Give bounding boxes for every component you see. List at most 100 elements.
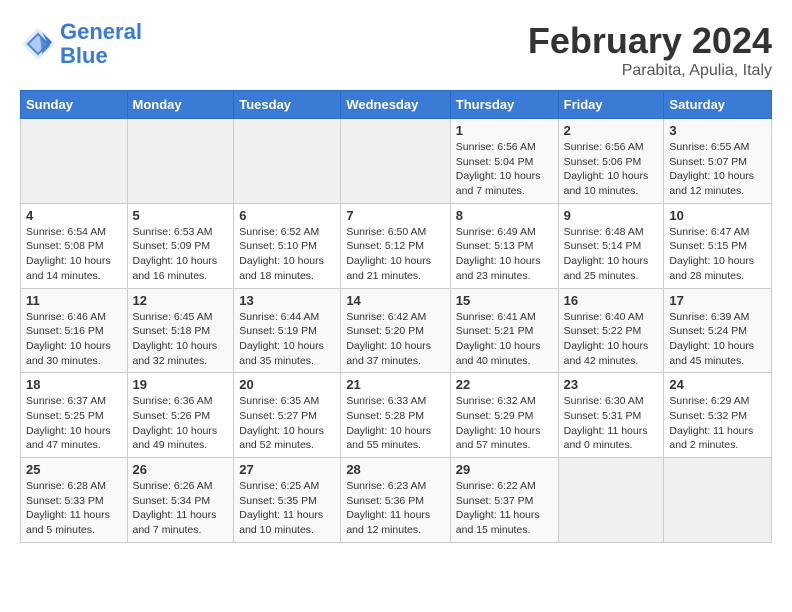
day-info: Sunrise: 6:54 AM Sunset: 5:08 PM Dayligh… — [26, 225, 122, 284]
calendar-week-row: 11 Sunrise: 6:46 AM Sunset: 5:16 PM Dayli… — [21, 288, 772, 373]
calendar-day-cell: 4 Sunrise: 6:54 AM Sunset: 5:08 PM Daylig… — [21, 203, 128, 288]
day-number: 26 — [133, 462, 229, 477]
logo-icon — [20, 26, 56, 62]
calendar-week-row: 4 Sunrise: 6:54 AM Sunset: 5:08 PM Daylig… — [21, 203, 772, 288]
day-number: 4 — [26, 208, 122, 223]
calendar-day-cell: 20Sunrise: 6:35 AM Sunset: 5:27 PM Dayli… — [234, 373, 341, 458]
weekday-header: Monday — [127, 91, 234, 119]
calendar-day-cell: 1 Sunrise: 6:56 AM Sunset: 5:04 PM Daylig… — [450, 119, 558, 204]
weekday-header: Wednesday — [341, 91, 450, 119]
day-info: Sunrise: 6:48 AM Sunset: 5:14 PM Dayligh… — [564, 225, 659, 284]
calendar-table: SundayMondayTuesdayWednesdayThursdayFrid… — [20, 90, 772, 543]
calendar-week-row: 18 Sunrise: 6:37 AM Sunset: 5:25 PM Dayli… — [21, 373, 772, 458]
day-number: 14 — [346, 293, 444, 308]
day-info: Sunrise: 6:47 AM Sunset: 5:15 PM Dayligh… — [669, 225, 766, 284]
calendar-header-row: SundayMondayTuesdayWednesdayThursdayFrid… — [21, 91, 772, 119]
calendar-day-cell: 5 Sunrise: 6:53 AM Sunset: 5:09 PM Daylig… — [127, 203, 234, 288]
calendar-day-cell: 15 Sunrise: 6:41 AM Sunset: 5:21 PM Dayli… — [450, 288, 558, 373]
weekday-header: Sunday — [21, 91, 128, 119]
weekday-header: Saturday — [664, 91, 772, 119]
day-number: 15 — [456, 293, 553, 308]
day-info: Sunrise: 6:23 AM Sunset: 5:36 PM Dayligh… — [346, 479, 444, 538]
calendar-day-cell: 6Sunrise: 6:52 AM Sunset: 5:10 PM Daylig… — [234, 203, 341, 288]
day-info: Sunrise: 6:46 AM Sunset: 5:16 PM Dayligh… — [26, 310, 122, 369]
calendar-day-cell: 28 Sunrise: 6:23 AM Sunset: 5:36 PM Dayli… — [341, 458, 450, 543]
day-info: Sunrise: 6:28 AM Sunset: 5:33 PM Dayligh… — [26, 479, 122, 538]
day-number: 25 — [26, 462, 122, 477]
calendar-day-cell: 3Sunrise: 6:55 AM Sunset: 5:07 PM Daylig… — [664, 119, 772, 204]
day-info: Sunrise: 6:39 AM Sunset: 5:24 PM Dayligh… — [669, 310, 766, 369]
day-number: 10 — [669, 208, 766, 223]
page-header: General Blue February 2024 Parabita, Apu… — [20, 20, 772, 80]
calendar-day-cell: 14Sunrise: 6:42 AM Sunset: 5:20 PM Dayli… — [341, 288, 450, 373]
day-number: 21 — [346, 377, 444, 392]
day-number: 12 — [133, 293, 229, 308]
day-number: 19 — [133, 377, 229, 392]
calendar-day-cell — [234, 119, 341, 204]
day-number: 27 — [239, 462, 335, 477]
calendar-day-cell: 8 Sunrise: 6:49 AM Sunset: 5:13 PM Daylig… — [450, 203, 558, 288]
day-info: Sunrise: 6:25 AM Sunset: 5:35 PM Dayligh… — [239, 479, 335, 538]
calendar-day-cell — [341, 119, 450, 204]
day-number: 7 — [346, 208, 444, 223]
day-number: 16 — [564, 293, 659, 308]
day-info: Sunrise: 6:37 AM Sunset: 5:25 PM Dayligh… — [26, 394, 122, 453]
logo-text: General Blue — [60, 20, 142, 68]
day-info: Sunrise: 6:44 AM Sunset: 5:19 PM Dayligh… — [239, 310, 335, 369]
day-info: Sunrise: 6:55 AM Sunset: 5:07 PM Dayligh… — [669, 140, 766, 199]
calendar-day-cell: 16Sunrise: 6:40 AM Sunset: 5:22 PM Dayli… — [558, 288, 664, 373]
day-info: Sunrise: 6:30 AM Sunset: 5:31 PM Dayligh… — [564, 394, 659, 453]
calendar-day-cell — [127, 119, 234, 204]
calendar-day-cell: 21 Sunrise: 6:33 AM Sunset: 5:28 PM Dayli… — [341, 373, 450, 458]
day-number: 20 — [239, 377, 335, 392]
calendar-day-cell: 26 Sunrise: 6:26 AM Sunset: 5:34 PM Dayli… — [127, 458, 234, 543]
weekday-header: Tuesday — [234, 91, 341, 119]
day-number: 23 — [564, 377, 659, 392]
calendar-day-cell — [558, 458, 664, 543]
day-number: 2 — [564, 123, 659, 138]
calendar-day-cell: 24 Sunrise: 6:29 AM Sunset: 5:32 PM Dayli… — [664, 373, 772, 458]
title-block: February 2024 Parabita, Apulia, Italy — [528, 20, 772, 80]
day-number: 11 — [26, 293, 122, 308]
day-info: Sunrise: 6:45 AM Sunset: 5:18 PM Dayligh… — [133, 310, 229, 369]
day-number: 22 — [456, 377, 553, 392]
calendar-day-cell — [664, 458, 772, 543]
calendar-week-row: 25 Sunrise: 6:28 AM Sunset: 5:33 PM Dayli… — [21, 458, 772, 543]
calendar-day-cell: 13 Sunrise: 6:44 AM Sunset: 5:19 PM Dayli… — [234, 288, 341, 373]
day-info: Sunrise: 6:56 AM Sunset: 5:04 PM Dayligh… — [456, 140, 553, 199]
day-info: Sunrise: 6:33 AM Sunset: 5:28 PM Dayligh… — [346, 394, 444, 453]
calendar-day-cell: 11 Sunrise: 6:46 AM Sunset: 5:16 PM Dayli… — [21, 288, 128, 373]
calendar-day-cell: 22 Sunrise: 6:32 AM Sunset: 5:29 PM Dayli… — [450, 373, 558, 458]
calendar-day-cell: 18 Sunrise: 6:37 AM Sunset: 5:25 PM Dayli… — [21, 373, 128, 458]
weekday-header: Friday — [558, 91, 664, 119]
day-number: 28 — [346, 462, 444, 477]
day-number: 1 — [456, 123, 553, 138]
calendar-day-cell: 7Sunrise: 6:50 AM Sunset: 5:12 PM Daylig… — [341, 203, 450, 288]
month-title: February 2024 — [528, 20, 772, 62]
day-info: Sunrise: 6:26 AM Sunset: 5:34 PM Dayligh… — [133, 479, 229, 538]
day-info: Sunrise: 6:49 AM Sunset: 5:13 PM Dayligh… — [456, 225, 553, 284]
calendar-week-row: 1 Sunrise: 6:56 AM Sunset: 5:04 PM Daylig… — [21, 119, 772, 204]
day-info: Sunrise: 6:56 AM Sunset: 5:06 PM Dayligh… — [564, 140, 659, 199]
day-number: 17 — [669, 293, 766, 308]
day-info: Sunrise: 6:29 AM Sunset: 5:32 PM Dayligh… — [669, 394, 766, 453]
day-info: Sunrise: 6:32 AM Sunset: 5:29 PM Dayligh… — [456, 394, 553, 453]
day-number: 8 — [456, 208, 553, 223]
calendar-day-cell: 10 Sunrise: 6:47 AM Sunset: 5:15 PM Dayli… — [664, 203, 772, 288]
calendar-day-cell — [21, 119, 128, 204]
day-number: 13 — [239, 293, 335, 308]
calendar-day-cell: 9 Sunrise: 6:48 AM Sunset: 5:14 PM Daylig… — [558, 203, 664, 288]
day-number: 29 — [456, 462, 553, 477]
day-number: 5 — [133, 208, 229, 223]
day-info: Sunrise: 6:53 AM Sunset: 5:09 PM Dayligh… — [133, 225, 229, 284]
day-number: 18 — [26, 377, 122, 392]
day-number: 24 — [669, 377, 766, 392]
day-info: Sunrise: 6:36 AM Sunset: 5:26 PM Dayligh… — [133, 394, 229, 453]
calendar-day-cell: 29Sunrise: 6:22 AM Sunset: 5:37 PM Dayli… — [450, 458, 558, 543]
calendar-day-cell: 19 Sunrise: 6:36 AM Sunset: 5:26 PM Dayli… — [127, 373, 234, 458]
day-number: 6 — [239, 208, 335, 223]
day-info: Sunrise: 6:41 AM Sunset: 5:21 PM Dayligh… — [456, 310, 553, 369]
day-number: 9 — [564, 208, 659, 223]
location-title: Parabita, Apulia, Italy — [528, 62, 772, 80]
weekday-header: Thursday — [450, 91, 558, 119]
